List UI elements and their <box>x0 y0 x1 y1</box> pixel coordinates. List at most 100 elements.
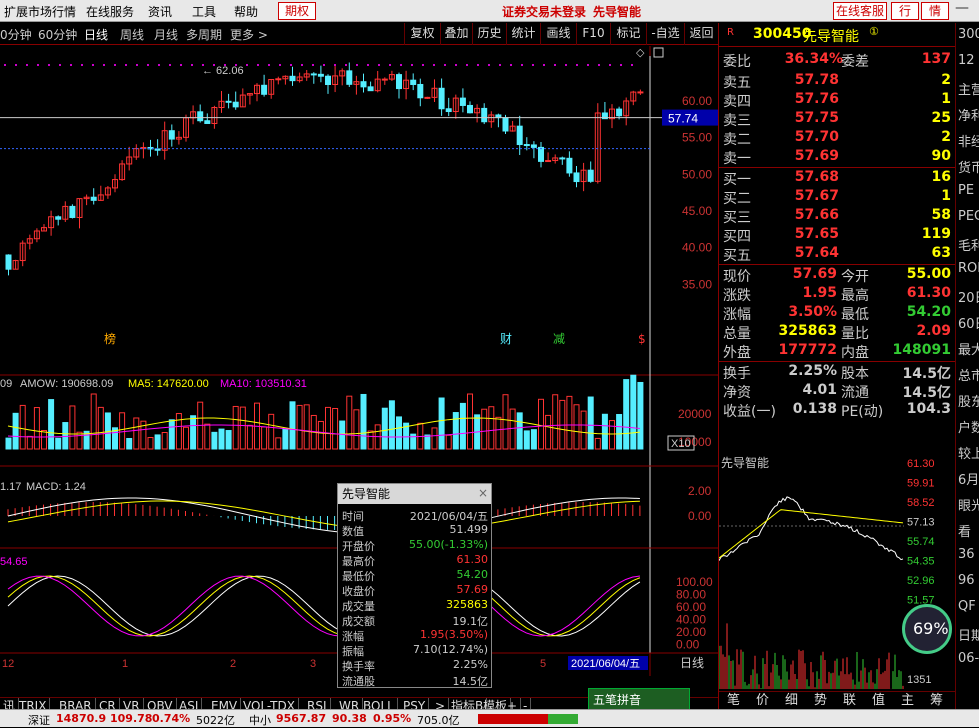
order-book-row[interactable]: 卖一 57.69 90 <box>721 148 955 167</box>
y-axis-label: 55.00 <box>682 131 712 145</box>
volume-bar <box>226 431 231 449</box>
mini-y-label: 54.35 <box>907 556 935 568</box>
f10-item[interactable]: QF <box>958 599 976 614</box>
volume-bar <box>482 409 487 449</box>
f10-item[interactable]: 60日 <box>958 313 979 332</box>
quote-tab[interactable]: 主 <box>901 692 914 709</box>
period-multi[interactable]: 多周期 <box>186 26 222 43</box>
quote-tab[interactable]: 价 <box>756 692 769 709</box>
level-qty: 25 <box>932 110 951 126</box>
tooltip-value: 2021/06/04/五 <box>410 508 488 524</box>
intraday-mini-chart[interactable]: 61.3059.9158.5257.1355.7454.3552.9651.57… <box>719 443 956 691</box>
f10-item[interactable]: 日期 <box>958 625 979 644</box>
restore-rights-button[interactable]: 复权 <box>404 23 440 45</box>
order-book-row[interactable]: 买四 57.65 119 <box>721 226 955 245</box>
zx-change: 90.38 <box>332 712 367 725</box>
diamond-icon: ◇ <box>636 46 645 59</box>
tooltip-key: 时间 <box>342 508 364 524</box>
period-60min[interactable]: 60分钟 <box>38 26 77 43</box>
f10-item[interactable]: 净利 <box>958 105 979 124</box>
menu-online-service[interactable]: 在线服务 <box>86 3 134 20</box>
quote-tab[interactable]: 势 <box>814 692 827 709</box>
period-daily[interactable]: 日线 <box>84 26 108 43</box>
mark-button[interactable]: 标记 <box>610 23 646 45</box>
order-book-row[interactable]: 卖四 57.76 1 <box>721 91 955 110</box>
period-monthly[interactable]: 月线 <box>154 26 178 43</box>
menu-extended-market[interactable]: 扩展市场行情 <box>4 3 76 20</box>
f10-item[interactable]: 非经 <box>958 131 979 150</box>
tooltip-value: 2.25% <box>453 658 488 671</box>
order-book-row[interactable]: 买五 57.64 63 <box>721 245 955 264</box>
f10-item[interactable]: 总市 <box>958 365 979 384</box>
f10-item[interactable]: 12 <box>958 53 975 68</box>
order-book-row[interactable]: 买二 57.67 1 <box>721 188 955 207</box>
f10-item[interactable]: 300 <box>958 27 979 42</box>
statistics-button[interactable]: 统计 <box>506 23 540 45</box>
f10-item[interactable]: 主营 <box>958 79 979 98</box>
date-label: 1 <box>122 658 128 670</box>
tooltip-close-icon[interactable]: × <box>478 486 488 500</box>
top-dot <box>554 64 556 66</box>
f10-item[interactable]: 货币 <box>958 157 979 176</box>
period-minute[interactable]: 0分钟 <box>0 26 32 43</box>
menu-tools[interactable]: 工具 <box>192 3 216 20</box>
level-qty: 90 <box>932 148 951 164</box>
quote-tab[interactable]: 细 <box>785 692 798 709</box>
f10-item[interactable]: 看 <box>958 521 971 540</box>
event-marker: 减 <box>553 332 565 346</box>
order-book-row[interactable]: 卖五 57.78 2 <box>721 72 955 91</box>
f10-item[interactable]: 06- <box>958 651 979 666</box>
tooltip-row: 数值 51.499 <box>340 523 490 538</box>
tooltip-key: 换手率 <box>342 658 375 674</box>
macd-label: MACD: 1.24 <box>26 481 86 493</box>
info-icon[interactable]: ① <box>869 25 879 38</box>
top-dot <box>279 64 281 66</box>
back-button[interactable]: 返回 <box>684 23 718 45</box>
stat-label: 涨跌 <box>723 285 751 305</box>
ime-name[interactable]: 五笔拼音 <box>593 691 641 708</box>
f10-item[interactable]: 20日 <box>958 287 979 306</box>
f10-item[interactable]: 毛利 <box>958 235 979 254</box>
f10-item[interactable]: 较上 <box>958 443 979 462</box>
tooltip-key: 成交量 <box>342 598 375 614</box>
volume-bar <box>91 394 96 449</box>
top-dot <box>4 64 6 66</box>
draw-line-button[interactable]: 画线 <box>540 23 576 45</box>
f10-item[interactable]: ROE <box>958 261 979 276</box>
f10-item[interactable]: 眼光 <box>958 495 979 514</box>
order-book-row[interactable]: 买三 57.66 58 <box>721 207 955 226</box>
f10-item[interactable]: PEG <box>958 209 979 224</box>
minimize-icon[interactable]: — <box>955 0 969 16</box>
f10-item[interactable]: 股东 <box>958 391 979 410</box>
order-book-row[interactable]: 卖二 57.70 2 <box>721 129 955 148</box>
futures-button[interactable]: 期权 <box>278 2 316 20</box>
quote-tab[interactable]: 联 <box>843 692 856 709</box>
quote-button[interactable]: 行 <box>891 2 919 20</box>
order-book-row[interactable]: 买一 57.68 16 <box>721 169 955 188</box>
volume-bar <box>382 408 387 449</box>
mini-y-label: 52.96 <box>907 575 935 587</box>
f10-item[interactable]: 最大 <box>958 339 979 358</box>
top-dot <box>609 64 611 66</box>
menu-help[interactable]: 帮助 <box>234 3 258 20</box>
f10-button[interactable]: F10 <box>576 23 610 45</box>
quote-tab[interactable]: 筹 <box>930 692 943 709</box>
f10-item[interactable]: 96 <box>958 573 975 588</box>
history-button[interactable]: 历史 <box>472 23 506 45</box>
info-button[interactable]: 情 <box>921 2 949 20</box>
overlay-button[interactable]: 叠加 <box>440 23 472 45</box>
add-watchlist-button[interactable]: -自选 <box>646 23 684 45</box>
f10-item[interactable]: 户数 <box>958 417 979 436</box>
order-book-row[interactable]: 卖三 57.75 25 <box>721 110 955 129</box>
volume-bar <box>98 407 103 449</box>
period-weekly[interactable]: 周线 <box>120 26 144 43</box>
menu-news[interactable]: 资讯 <box>148 3 172 20</box>
f10-item[interactable]: 36 <box>958 547 975 562</box>
online-service-button[interactable]: 在线客服 <box>833 2 887 20</box>
period-more[interactable]: 更多 > <box>230 26 268 43</box>
quote-tab[interactable]: 值 <box>872 692 885 709</box>
f10-item[interactable]: PE <box>958 183 974 198</box>
volume-bar <box>368 431 373 449</box>
quote-tab[interactable]: 笔 <box>727 692 740 709</box>
f10-item[interactable]: 6月 <box>958 469 979 488</box>
